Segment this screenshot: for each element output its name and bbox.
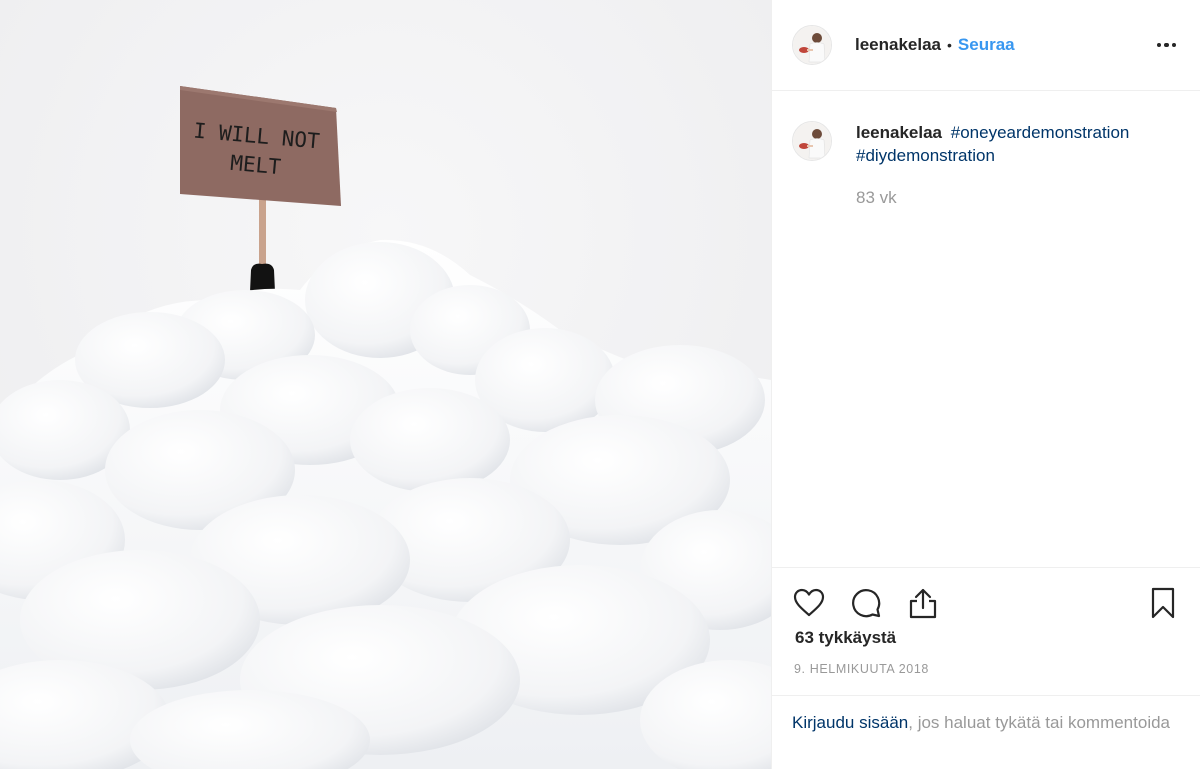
avatar-image	[793, 122, 831, 160]
login-link[interactable]: Kirjaudu sisään	[792, 713, 908, 732]
sign-line-2: MELT	[229, 151, 282, 179]
comments-section: leenakelaa #oneyeardemonstration #diydem…	[772, 91, 1200, 567]
caption-body: leenakelaa #oneyeardemonstration #diydem…	[856, 121, 1180, 209]
comment-bubble-icon[interactable]	[849, 586, 883, 620]
dot-3	[1171, 42, 1176, 48]
login-prompt: Kirjaudu sisään, jos haluat tykätä tai k…	[772, 695, 1200, 735]
action-icons	[792, 586, 1180, 620]
share-icon[interactable]	[906, 586, 940, 620]
more-options-icon[interactable]	[1153, 37, 1181, 54]
separator-dot: •	[947, 37, 952, 53]
caption-comment: leenakelaa #oneyeardemonstration #diydem…	[792, 121, 1180, 209]
header-username[interactable]: leenakelaa	[855, 35, 941, 55]
like-count[interactable]: 63 tykkäystä	[795, 628, 1180, 648]
hashtag-link[interactable]: #oneyeardemonstration	[951, 123, 1130, 142]
post-actions: 63 tykkäystä 9. HELMIKUUTA 2018	[772, 567, 1200, 676]
login-prompt-text: , jos haluat tykätä tai kommentoida	[908, 713, 1170, 732]
caption-username[interactable]: leenakelaa	[856, 123, 942, 142]
instagram-post: I WILL NOT MELT leenakelaa • Seuraa leen…	[0, 0, 1200, 769]
dot-2	[1164, 42, 1169, 48]
snow-scene-illustration: I WILL NOT MELT	[0, 0, 771, 769]
caption-age[interactable]: 83 vk	[856, 186, 1180, 209]
avatar[interactable]	[792, 25, 832, 65]
dot-1	[1156, 42, 1161, 48]
caption-text: leenakelaa #oneyeardemonstration #diydem…	[856, 121, 1180, 167]
post-image[interactable]: I WILL NOT MELT	[0, 0, 771, 769]
heart-icon[interactable]	[792, 586, 826, 620]
post-side-panel: leenakelaa • Seuraa leenakelaa #oneyeard…	[771, 0, 1200, 769]
post-header: leenakelaa • Seuraa	[772, 0, 1200, 91]
post-date[interactable]: 9. HELMIKUUTA 2018	[794, 662, 1180, 676]
hashtag-link[interactable]: #diydemonstration	[856, 146, 995, 165]
follow-button[interactable]: Seuraa	[958, 35, 1015, 55]
caption-avatar[interactable]	[792, 121, 832, 161]
bookmark-icon[interactable]	[1146, 586, 1180, 620]
avatar-image	[793, 26, 831, 64]
